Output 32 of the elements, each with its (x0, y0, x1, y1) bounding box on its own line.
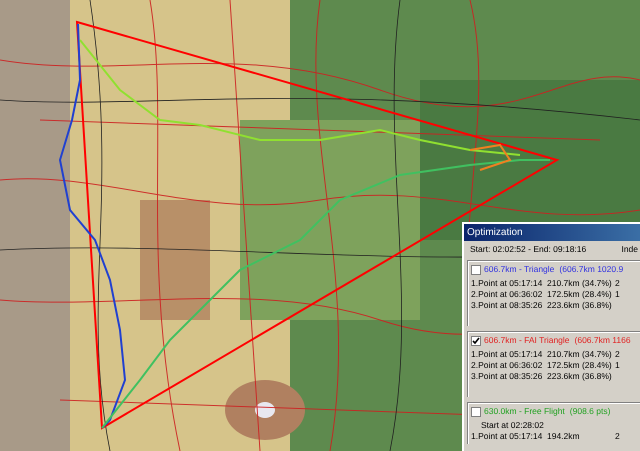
table-cell: 2 (615, 349, 620, 360)
leg-distance: 172.5km (28.4%) (547, 360, 613, 371)
leg-distance: 210.7km (34.7%) (547, 278, 613, 289)
start-time: Start at 02:28:02 (480, 420, 545, 431)
point-time: 1.Point at 05:17:14 (471, 278, 544, 289)
point-time: 3.Point at 08:35:26 (471, 371, 544, 382)
checkbox[interactable] (471, 264, 481, 274)
result-title[interactable]: 630.0km - Free Flight (484, 406, 565, 417)
result-score: (908.6 pts) (570, 406, 610, 417)
table-cell: 1 (615, 360, 620, 371)
point-time: 3.Point at 08:35:26 (471, 300, 544, 311)
table-cell: 2 (615, 278, 620, 289)
leg-distance: 223.6km (36.8%) (547, 371, 613, 382)
table-cell: 2 (615, 431, 620, 442)
leg-distance: 194.2km (547, 431, 581, 442)
checkbox[interactable] (471, 336, 481, 346)
result-title[interactable]: 606.7km - Triangle (484, 264, 554, 275)
time-range-text: Start: 02:02:52 - End: 09:18:16 (470, 244, 586, 255)
table-cell: 1 (615, 289, 620, 300)
window-title: Optimization (464, 224, 640, 241)
point-time: 1.Point at 05:17:14 (471, 349, 544, 360)
point-time: 2.Point at 06:36:02 (471, 360, 544, 371)
leg-distance: 223.6km (36.8%) (547, 300, 613, 311)
column-header: Inde (621, 244, 638, 255)
checkbox[interactable] (471, 406, 481, 416)
leg-distance: 210.7km (34.7%) (547, 349, 613, 360)
leg-distance: 172.5km (28.4%) (547, 289, 613, 300)
point-time: 1.Point at 05:17:14 (471, 431, 544, 442)
result-title[interactable]: 606.7km - FAI Triangle (484, 335, 570, 346)
result-score: (606.7km 1166 (574, 335, 631, 346)
result-score: (606.7km 1020.9 (559, 264, 624, 275)
point-time: 2.Point at 06:36:02 (471, 289, 544, 300)
